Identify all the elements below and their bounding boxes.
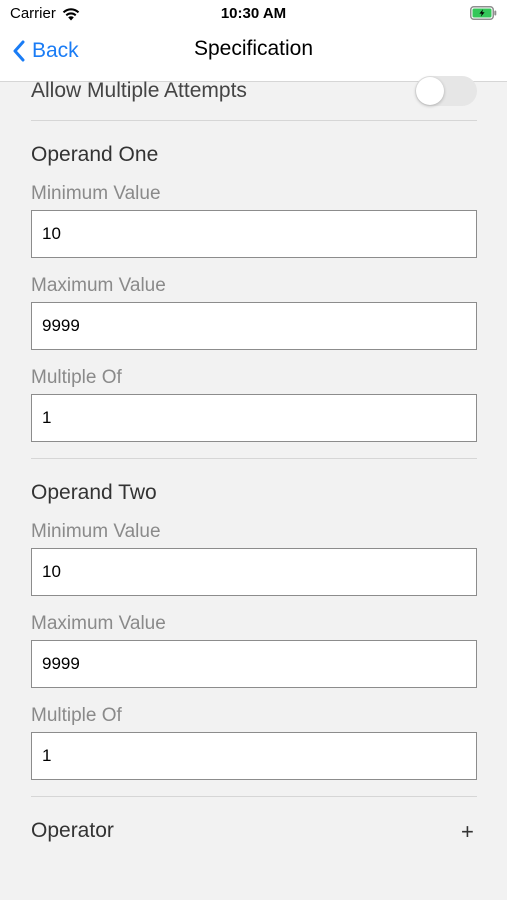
page-title: Specification bbox=[193, 37, 314, 60]
navigation-bar: Back Specification bbox=[0, 28, 507, 82]
toggle-knob bbox=[416, 77, 444, 105]
operand-two-min-label: Minimum Value bbox=[31, 521, 161, 542]
operand-two-min-input[interactable] bbox=[31, 548, 477, 596]
battery-charging-icon bbox=[470, 6, 497, 20]
operand-two-max-input[interactable] bbox=[31, 640, 477, 688]
allow-multiple-attempts-label: Allow Multiple Attempts bbox=[31, 79, 247, 102]
status-time: 10:30 AM bbox=[220, 5, 287, 22]
divider bbox=[31, 796, 477, 797]
divider bbox=[31, 120, 477, 121]
operand-one-max-label: Maximum Value bbox=[31, 275, 166, 296]
operand-one-max-input[interactable] bbox=[31, 302, 477, 350]
operand-one-min-input[interactable] bbox=[31, 210, 477, 258]
operand-one-min-label: Minimum Value bbox=[31, 183, 161, 204]
operator-label: Operator bbox=[31, 819, 114, 842]
operand-two-max-label: Maximum Value bbox=[31, 613, 166, 634]
operand-two-multiple-input[interactable] bbox=[31, 732, 477, 780]
operand-two-multiple-label: Multiple Of bbox=[31, 705, 122, 726]
operand-one-multiple-input[interactable] bbox=[31, 394, 477, 442]
allow-multiple-attempts-row: Allow Multiple Attempts bbox=[31, 76, 477, 120]
divider bbox=[31, 458, 477, 459]
operand-two-title: Operand Two bbox=[31, 481, 157, 504]
allow-multiple-attempts-toggle[interactable] bbox=[415, 76, 477, 106]
add-operator-button[interactable]: + bbox=[461, 819, 474, 845]
operand-one-title: Operand One bbox=[31, 143, 159, 166]
status-bar: Carrier 10:30 AM bbox=[0, 0, 507, 28]
operand-one-multiple-label: Multiple Of bbox=[31, 367, 122, 388]
